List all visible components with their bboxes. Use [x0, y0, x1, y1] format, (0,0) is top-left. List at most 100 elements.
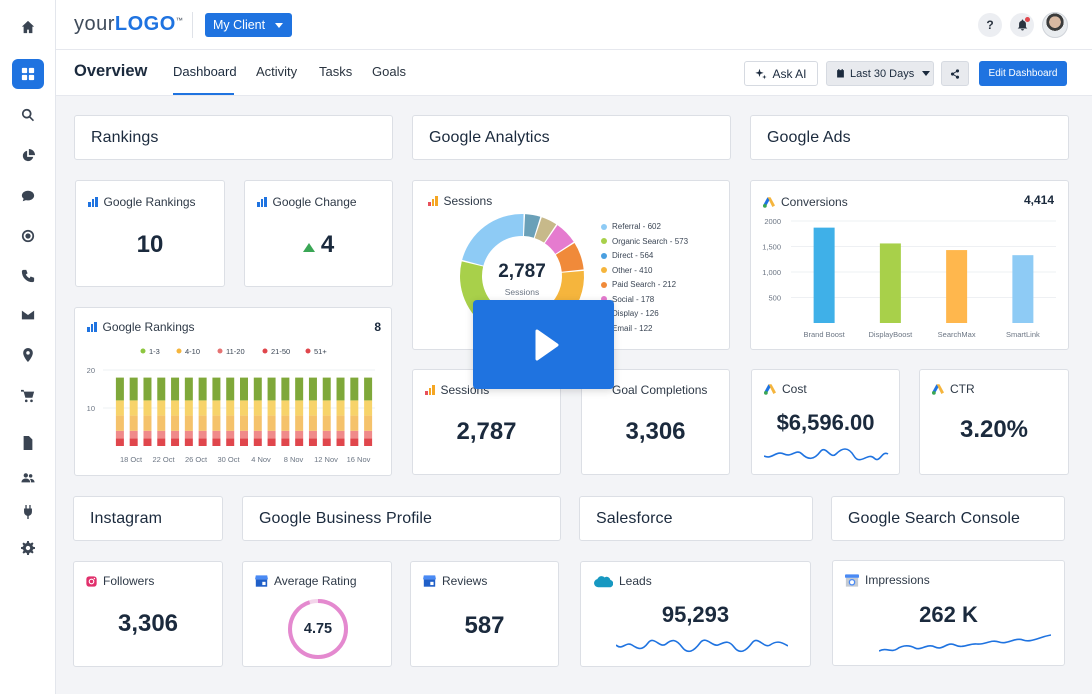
donut-center-label: Sessions — [504, 287, 540, 297]
ranking-bar-segment — [253, 400, 262, 416]
ranking-bar-segment — [212, 438, 221, 446]
legend-label: Paid Search - 212 — [612, 280, 677, 289]
ranking-bar-segment — [322, 438, 331, 446]
rankings-stacked-bar-chart: 1-3 4-10 11-20 21-50 51+ 20 10 18 Oct 22 Oct 26 O… — [87, 347, 375, 464]
gear-icon[interactable] — [12, 533, 44, 563]
ranking-bar-segment — [253, 430, 262, 439]
leads-sparkline — [616, 639, 788, 653]
ranking-bar-segment — [350, 430, 359, 439]
ranking-bar-segment — [308, 430, 317, 439]
location-icon[interactable] — [12, 340, 44, 370]
legend-label: 11-20 — [226, 347, 245, 356]
widget-header: Google Change — [257, 195, 357, 209]
avatar[interactable] — [1042, 12, 1068, 38]
ranking-bar-segment — [350, 415, 359, 431]
legend-label: Organic Search - 573 — [612, 236, 689, 246]
sessions-value: 2,787 — [456, 418, 517, 445]
x-tick-label: DisplayBoost — [868, 330, 913, 339]
ranking-bar-segment — [240, 438, 248, 446]
average-rating-widget[interactable]: Average Rating 4.75 — [242, 561, 392, 667]
bar-chart-icon — [428, 196, 438, 206]
ranking-bar-segment — [281, 430, 290, 439]
google-change-widget[interactable]: Google Change 4 — [244, 180, 393, 287]
ranking-bar-segment — [281, 438, 290, 446]
help-button[interactable]: ? — [978, 13, 1002, 37]
ctr-widget[interactable]: CTR 3.20% — [919, 369, 1069, 475]
donut-slice-referral — [462, 214, 524, 266]
tab-dashboard[interactable]: Dashboard — [173, 64, 237, 79]
notification-dot — [1025, 17, 1030, 22]
followers-widget[interactable]: Followers 3,306 — [73, 561, 223, 667]
ranking-bar-segment — [143, 377, 152, 401]
google-rankings-chart-widget[interactable]: Google Rankings 8 1-3 4-10 11-20 21-50 51+ 20… — [74, 307, 392, 476]
ctr-value: 3.20% — [959, 416, 1029, 443]
reviews-widget[interactable]: Reviews 587 — [410, 561, 559, 667]
google-rankings-widget[interactable]: Google Rankings 10 — [75, 180, 225, 287]
cost-widget[interactable]: Cost $6,596.00 — [751, 369, 900, 475]
pie-chart-icon[interactable] — [12, 141, 44, 171]
home-icon[interactable] — [12, 12, 44, 42]
ranking-bar-segment — [322, 415, 331, 431]
page-title: Overview — [74, 62, 148, 80]
legend-item: Referral - 602 — [601, 222, 688, 231]
leads-widget[interactable]: Leads 95,293 — [580, 561, 811, 667]
plug-icon[interactable] — [12, 497, 44, 527]
phone-icon[interactable] — [12, 261, 44, 291]
ranking-bar-segment — [364, 430, 373, 439]
y-tick-label: 20 — [87, 366, 95, 375]
section-title: Google Analytics — [429, 129, 550, 146]
ranking-bar-segment — [226, 377, 235, 401]
x-tick-label: 8 Nov — [284, 455, 304, 464]
target-icon[interactable] — [12, 221, 44, 251]
y-tick-label: 1,500 — [762, 243, 781, 252]
widget-header: Impressions — [845, 573, 930, 587]
calendar-icon — [837, 69, 844, 78]
tab-tasks[interactable]: Tasks — [319, 64, 352, 79]
document-icon[interactable] — [12, 428, 44, 458]
chevron-down-icon — [275, 22, 284, 28]
ranking-bar-segment — [350, 400, 359, 416]
x-tick-label: 30 Oct — [217, 455, 240, 464]
reviews-value: 587 — [464, 612, 505, 639]
ranking-bar-segment — [336, 415, 345, 431]
ranking-bar-segment — [198, 415, 207, 431]
tab-goals[interactable]: Goals — [372, 64, 406, 79]
conversions-chart-widget[interactable]: Conversions 4,414 2000 1,500 1,000 500 Brand… — [750, 180, 1069, 350]
ranking-bar-segment — [322, 377, 331, 401]
video-play-button[interactable] — [473, 300, 614, 389]
chat-icon[interactable] — [12, 181, 44, 211]
ranking-bar-segment — [240, 415, 248, 431]
ranking-bar-segment — [212, 377, 221, 401]
logo[interactable]: yourLOGO™ — [74, 13, 183, 36]
ranking-bar-segment — [364, 400, 373, 416]
search-icon[interactable] — [12, 100, 44, 130]
google-ads-icon — [932, 383, 944, 395]
mail-icon[interactable] — [12, 300, 44, 330]
users-icon[interactable] — [12, 463, 44, 493]
cart-icon[interactable] — [12, 381, 44, 411]
ranking-bar-segment — [115, 400, 124, 416]
notifications-button[interactable] — [1010, 13, 1034, 37]
google-ads-icon — [764, 383, 776, 395]
impressions-widget[interactable]: Impressions 262 K — [832, 560, 1065, 666]
ranking-bar-segment — [143, 430, 152, 439]
dashboard-icon[interactable] — [12, 59, 44, 89]
y-tick-label: 1,000 — [762, 268, 781, 277]
client-selector[interactable]: My Client — [205, 13, 292, 37]
ranking-bar-segment — [281, 400, 290, 416]
ask-ai-button[interactable]: Ask AI — [744, 61, 818, 86]
tab-activity[interactable]: Activity — [256, 64, 297, 79]
edit-dashboard-button[interactable]: Edit Dashboard — [979, 61, 1067, 86]
instagram-icon — [86, 575, 97, 587]
legend-label: Social - 178 — [612, 294, 655, 304]
average-rating-value: 4.75 — [303, 621, 333, 637]
ranking-bar-segment — [171, 377, 180, 401]
ranking-bar-segment — [143, 438, 152, 446]
ranking-bar-segment — [115, 377, 124, 401]
ranking-bar-segment — [240, 430, 248, 439]
google-ads-icon — [763, 196, 775, 208]
share-button[interactable] — [941, 61, 969, 86]
section-rankings: Rankings — [74, 115, 393, 160]
date-range-selector[interactable]: Last 30 Days — [826, 61, 934, 86]
ranking-bar-segment — [267, 400, 276, 416]
